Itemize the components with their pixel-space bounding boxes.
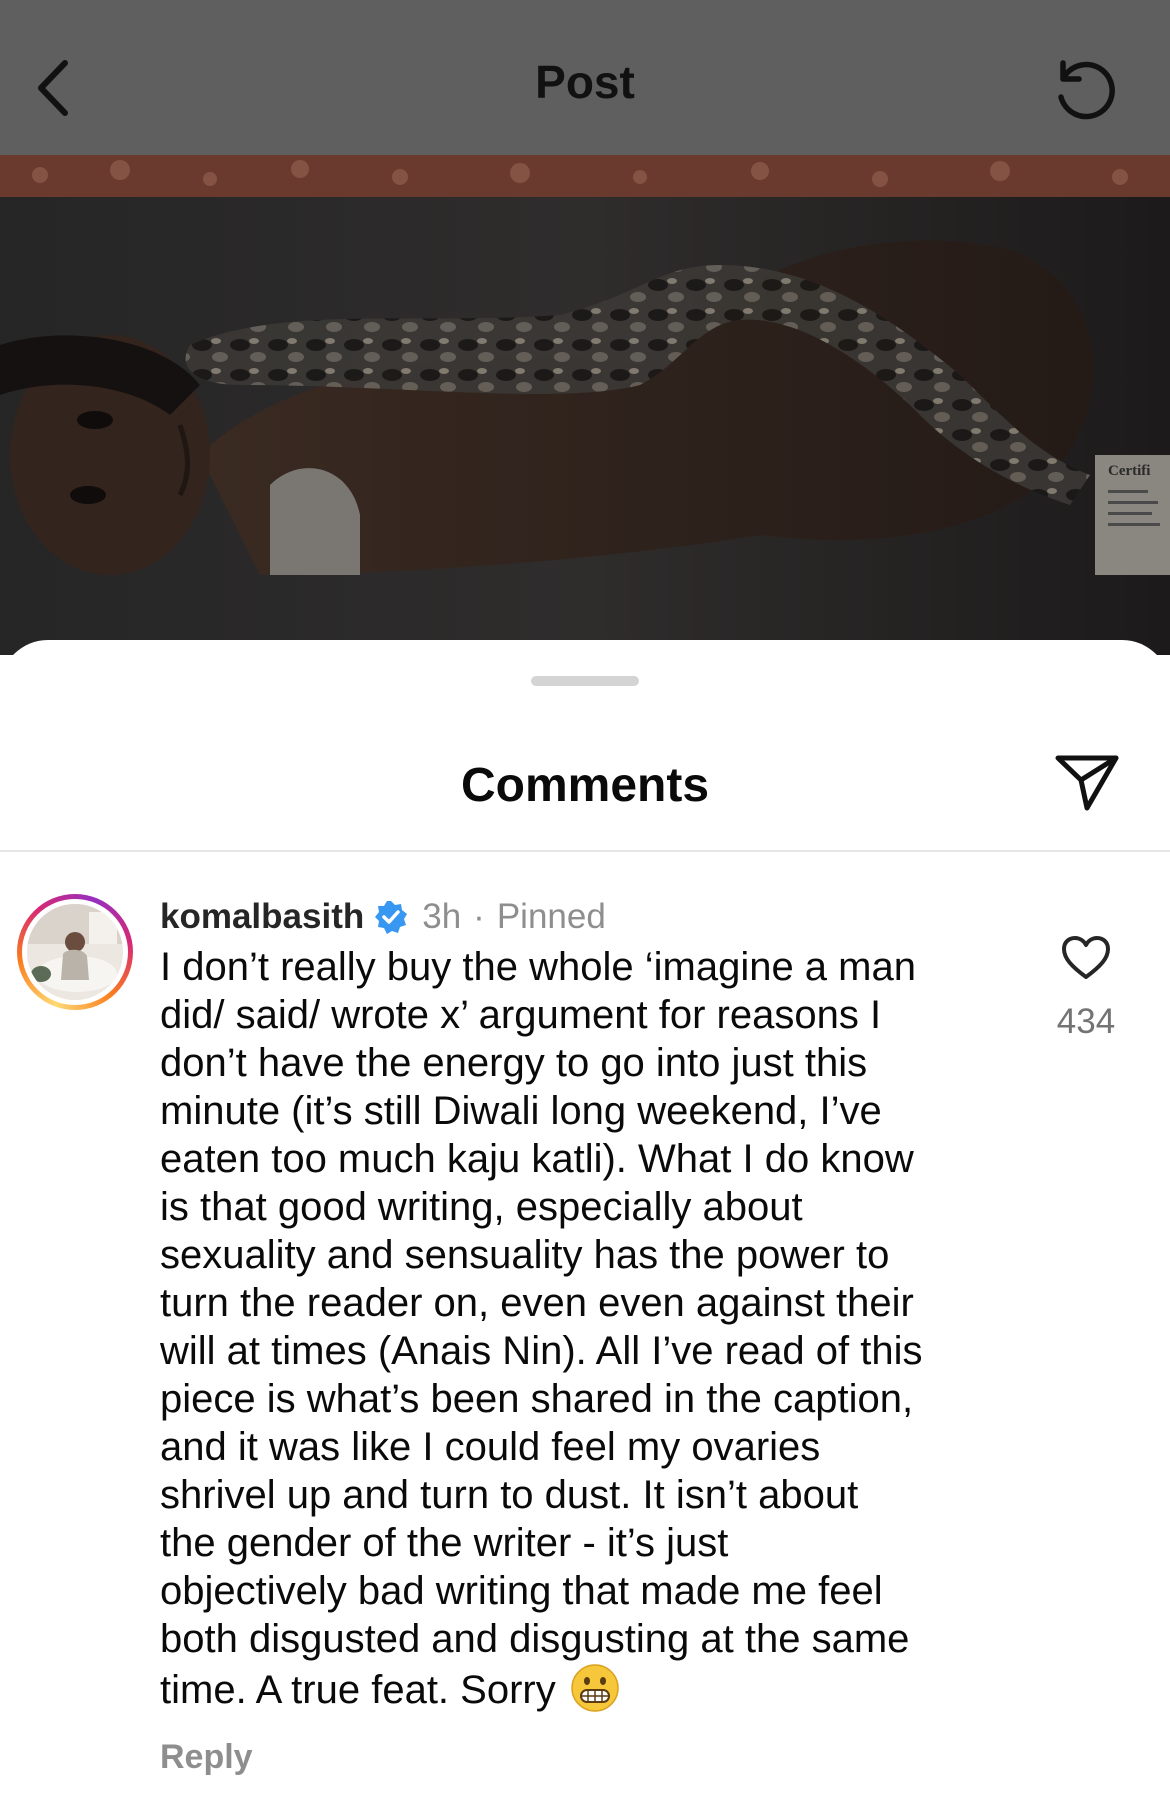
post-header: Post xyxy=(0,0,1170,155)
comment-timestamp: 3h xyxy=(422,897,462,936)
page-title: Post xyxy=(535,56,635,108)
reply-button[interactable]: Reply xyxy=(160,1738,253,1777)
refresh-icon xyxy=(1058,60,1115,120)
heart-icon xyxy=(1062,936,1110,979)
meta-separator: · xyxy=(473,897,485,936)
like-button[interactable] xyxy=(1058,930,1114,986)
avatar[interactable] xyxy=(17,894,133,1010)
grimacing-face-emoji xyxy=(570,1664,619,1712)
comment-line: shrivel up and turn to dust. It isn’t ab… xyxy=(160,1473,859,1517)
pinned-label: Pinned xyxy=(496,897,606,936)
comment-line: turn the reader on, even even against th… xyxy=(160,1281,914,1325)
like-count: 434 xyxy=(1056,1002,1116,1041)
comment-username[interactable]: komalbasith xyxy=(160,897,364,937)
comment-line: I don’t really buy the whole ‘imagine a … xyxy=(160,945,916,989)
post-photo-illustration: Certifi xyxy=(0,155,1170,655)
comment-line: piece is what’s been shared in the capti… xyxy=(160,1377,914,1421)
sheet-drag-handle[interactable] xyxy=(531,676,639,686)
avatar-image xyxy=(27,904,123,1000)
comment-line: and it was like I could feel my ovaries xyxy=(160,1425,821,1469)
comments-title: Comments xyxy=(460,759,710,812)
comment-line: eaten too much kaju katli). What I do kn… xyxy=(160,1137,914,1181)
comment-text: I don’t really buy the whole ‘imagine a … xyxy=(160,943,1010,1714)
comments-sheet: Comments komalbasith 3h · Pinned I don’t… xyxy=(0,640,1170,1811)
comment-line: did/ said/ wrote x’ argument for reasons… xyxy=(160,993,882,1037)
certificate-label: Certifi xyxy=(1108,463,1150,479)
comment-line: will at times (Anais Nin). All I’ve read… xyxy=(160,1329,923,1373)
comment-line: minute (it’s still Diwali long weekend, … xyxy=(160,1089,882,1133)
send-icon xyxy=(1055,755,1119,811)
comment-line: sexuality and sensuality has the power t… xyxy=(160,1233,890,1277)
comment-line: the gender of the writer - it’s just xyxy=(160,1521,729,1565)
comment-line: objectively bad writing that made me fee… xyxy=(160,1569,883,1613)
comment-line-last: time. A true feat. Sorry xyxy=(160,1663,1010,1714)
verified-badge-icon xyxy=(375,901,408,934)
comment-line: is that good writing, especially about xyxy=(160,1185,803,1229)
comment-header: komalbasith 3h · Pinned xyxy=(160,893,606,941)
comment-line-text: time. A true feat. Sorry xyxy=(160,1668,556,1712)
comment-line: don’t have the energy to go into just th… xyxy=(160,1041,868,1085)
comment-line: both disgusted and disgusting at the sam… xyxy=(160,1617,910,1661)
header-divider xyxy=(0,850,1170,852)
post-image: Certifi xyxy=(0,155,1170,655)
refresh-button[interactable] xyxy=(1040,45,1130,135)
share-button[interactable] xyxy=(1052,748,1122,818)
